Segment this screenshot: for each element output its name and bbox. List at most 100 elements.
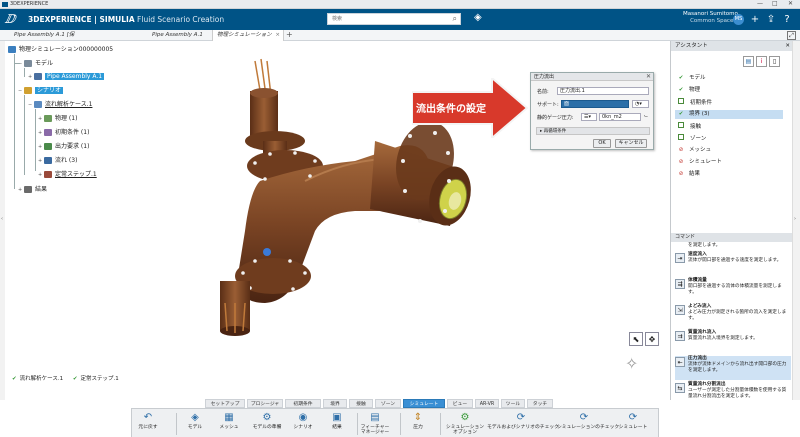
maximize-icon[interactable]: □ — [772, 0, 778, 7]
bottom-tab[interactable]: ビュー — [447, 399, 473, 408]
results-button[interactable]: ▣ 結果 — [322, 410, 352, 437]
tag-icon[interactable]: ◈ — [474, 12, 482, 23]
formula-icon[interactable]: ⌙ — [644, 113, 648, 119]
command-icon: ⇉ — [675, 331, 685, 341]
info-icon[interactable]: i — [756, 56, 767, 67]
expand-icon[interactable]: ⤢ — [787, 31, 796, 40]
model-button[interactable]: ◈ モデル — [180, 410, 210, 437]
command-item[interactable]: ⇲ よどみ流入 よどみ圧力が測定される箇所の流入を測定します。 — [675, 304, 791, 328]
bottom-tab[interactable]: AR-VR — [475, 399, 499, 408]
search-box[interactable]: ⌕ — [327, 13, 461, 25]
search-icon[interactable]: ⌕ — [453, 14, 457, 24]
assistant-step[interactable]: ゾーン — [677, 134, 706, 143]
pressure-button[interactable]: ⇕ 圧力 — [403, 410, 433, 437]
inlet-marker[interactable] — [263, 248, 271, 256]
tree-root[interactable]: 物理シミュレーション000000005 — [8, 45, 113, 54]
new-tab-icon[interactable]: + — [286, 30, 293, 40]
bottom-tab[interactable]: シミュレート — [403, 399, 445, 408]
bottom-tab[interactable]: ゾーン — [375, 399, 401, 408]
command-item[interactable]: ⇤ 圧力流出 流体が流体ドメインから流れ出す開口部の圧力を測定します。 — [675, 356, 791, 380]
cancel-button[interactable]: キャンセル — [615, 139, 647, 148]
support-field[interactable]: 面 — [561, 100, 629, 108]
feature-manager-button[interactable]: ▤ フィーチャーマネージャー — [359, 410, 391, 437]
bottom-tab[interactable]: ツール — [501, 399, 525, 408]
compass-icon[interactable]: ✧ — [625, 354, 647, 376]
tab-pipe-assembly-protected[interactable]: Pipe Assembly A.1 [保護] — [10, 30, 78, 49]
minimize-icon[interactable]: — — [757, 0, 763, 7]
command-item[interactable]: ⇥ 速度流入 流体が開口部を通過する速度を測定します。 — [675, 252, 791, 276]
assistant-step[interactable]: ⊘ シミュレート — [677, 158, 722, 167]
avatar[interactable]: MS — [733, 14, 744, 25]
support-option-button[interactable]: ◔▾ — [632, 100, 649, 108]
search-input[interactable] — [328, 14, 438, 24]
command-item[interactable]: ⇆ 質量流れ分割流出 ユーザーが測定した分割量体積数を使用する質量流れ分割流出を測定… — [675, 382, 791, 406]
step-label: シミュレート — [689, 159, 722, 165]
status-case[interactable]: 流れ解析ケース.1 — [20, 376, 63, 382]
assistant-step[interactable]: ⊘ 結果 — [677, 170, 700, 179]
tree-output[interactable]: + 出力要求 (1) — [38, 142, 89, 151]
command-item[interactable]: ⇉ 質量流れ流入 質量流れ流入境界を測定します。 — [675, 330, 791, 354]
command-item[interactable]: ⇶ 体積流量 開口部を通過する流体の体積流量を測定します。 — [675, 278, 791, 302]
recirculation-section[interactable]: ▸ 再循環条件 — [536, 127, 650, 135]
user-info[interactable]: Masanori Sumitomo Common Space ▾ — [683, 11, 738, 25]
bottom-tab[interactable]: 初期条件 — [285, 399, 321, 408]
ds-logo-icon[interactable]: ⅅ — [5, 13, 21, 26]
assistant-step[interactable]: 接触 — [677, 122, 701, 131]
help-icon[interactable]: ? — [780, 13, 794, 27]
tree-initial[interactable]: + 初期条件 (1) — [38, 128, 89, 137]
select-icon[interactable]: ⬉ — [629, 332, 643, 346]
add-icon[interactable]: + — [748, 13, 762, 27]
mesh-button[interactable]: ▦ メッシュ — [213, 410, 245, 437]
bottom-tab[interactable]: プロシージャ — [247, 399, 283, 408]
doc-icon[interactable]: ▯ — [769, 56, 780, 67]
undo-button[interactable]: ↶ 元に戻す — [134, 410, 162, 437]
tab-pipe-assembly-explore[interactable]: Pipe Assembly A.1 (探索) — [148, 30, 210, 49]
model-icon: ◈ — [191, 412, 199, 423]
scenario-button[interactable]: ◉ シナリオ — [287, 410, 319, 437]
list-view-icon[interactable]: ▤ — [743, 56, 754, 67]
mesh-icon: ▦ — [224, 412, 234, 423]
bottom-tab[interactable]: タッチ — [527, 399, 553, 408]
model-icon — [24, 60, 32, 67]
pressure-field[interactable]: 0kn_m2 — [599, 113, 641, 121]
simulation-check-button[interactable]: ⟳ シミュレーションのチェック — [557, 410, 619, 437]
tree-model[interactable]: − モデル — [18, 59, 53, 68]
assistant-step[interactable]: ✔ 境界 (3) — [675, 110, 783, 119]
name-field[interactable]: 圧力流出.1 — [557, 87, 649, 95]
bottom-tab[interactable]: セットアップ — [205, 399, 245, 408]
snap-icon[interactable]: ✥ — [645, 332, 659, 346]
collab-space[interactable]: Common Space ▾ — [683, 18, 738, 25]
bottom-tab[interactable]: 接触 — [349, 399, 373, 408]
bottom-tab[interactable]: 境界 — [323, 399, 347, 408]
simulation-option-button[interactable]: ⚙ シミュレーションオプション — [445, 410, 485, 437]
model-scenario-check-button[interactable]: ⟳ モデルおよびシナリオのチェック — [487, 410, 559, 437]
close-icon[interactable]: ✕ — [788, 0, 793, 7]
right-scrollbar[interactable]: › — [792, 41, 800, 400]
model-prep-button[interactable]: ⚙ モデルの準備 — [247, 410, 287, 437]
share-icon[interactable]: ⇪ — [764, 13, 778, 27]
assistant-step[interactable]: ✔ モデル — [677, 74, 706, 83]
tree-scenario[interactable]: − シナリオ — [18, 86, 64, 95]
assistant-step[interactable]: ⊘ メッシュ — [677, 146, 711, 155]
status-step[interactable]: 定常ステップ.1 — [80, 376, 118, 382]
tree-flow[interactable]: + 流れ (3) — [38, 156, 77, 165]
feature-icon: ▤ — [370, 412, 380, 423]
simulate-button[interactable]: ⟳ シミュレート — [614, 410, 652, 437]
scroll-arrow-icon[interactable]: ‹ — [1, 216, 3, 222]
dialog-close-icon[interactable]: ✕ — [646, 73, 651, 81]
tree-pipe-assembly[interactable]: + Pipe Assembly A.1 — [28, 72, 105, 81]
tree-results[interactable]: + 結果 — [18, 185, 47, 194]
tree-steady-step[interactable]: + 定常ステップ.1 — [38, 170, 97, 179]
assistant-step[interactable]: ✔ 物理 — [677, 86, 700, 95]
tab-close-icon[interactable]: × — [275, 30, 280, 41]
tree-physics[interactable]: + 物理 (1) — [38, 114, 77, 123]
tab-physics-simulation[interactable]: 物理シミュレーション00000× — [212, 30, 284, 49]
ok-button[interactable]: OK — [593, 139, 611, 148]
scroll-arrow-icon[interactable]: › — [794, 216, 796, 222]
pressure-mode-select[interactable]: ☰▾ — [581, 113, 597, 121]
assistant-step[interactable]: 初期条件 — [677, 98, 712, 107]
action-bar: ↶ 元に戻す ◈ モデル ▦ メッシュ ⚙ モデルの準備 ◉ シナリオ ▣ 結果 ▤ フィーチ… — [131, 408, 659, 437]
panel-close-icon[interactable]: ✕ — [785, 41, 790, 51]
tree-flow-case[interactable]: − 流れ解析ケース.1 — [28, 100, 92, 109]
user-name: Masanori Sumitomo — [683, 11, 738, 17]
